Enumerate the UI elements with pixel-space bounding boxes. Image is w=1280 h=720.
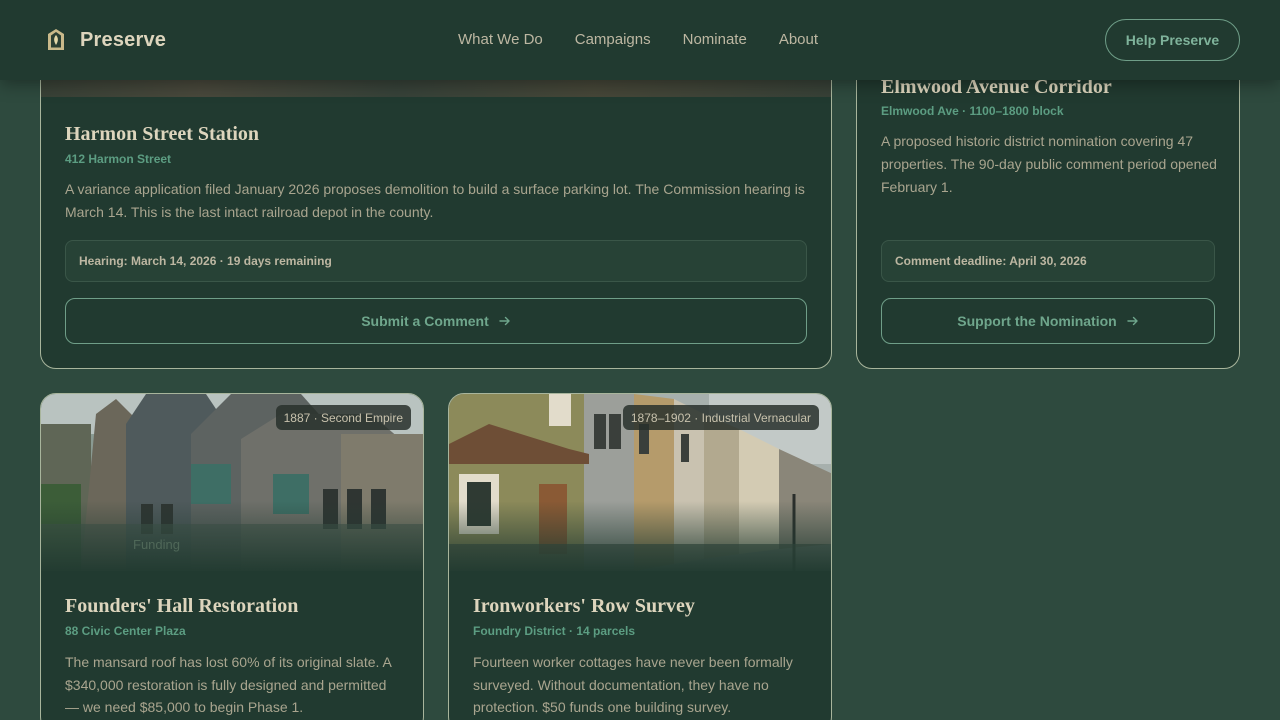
- campaign-card-founders: Funding 1887 · Second Empire Founders' H…: [40, 393, 424, 720]
- brand-name: Preserve: [80, 28, 167, 51]
- hearing-info: Hearing: March 14, 2026 · 19 days remain…: [65, 240, 807, 282]
- era-badge: 1887 · Second Empire: [275, 405, 411, 430]
- campaign-card-harmon: Harmon Street Station 412 Harmon Street …: [40, 40, 832, 369]
- nav-nominate[interactable]: Nominate: [683, 31, 747, 49]
- station-photo: [41, 77, 831, 97]
- campaign-card-ironworkers: 1878–1902 · Industrial Vernacular Ironwo…: [448, 393, 832, 720]
- era-badge: 1878–1902 · Industrial Vernacular: [622, 405, 819, 430]
- image-fade: [449, 501, 831, 571]
- ironworkers-row-image: 1878–1902 · Industrial Vernacular: [449, 394, 831, 571]
- card-title: Harmon Street Station: [65, 123, 260, 145]
- comment-deadline-info: Comment deadline: April 30, 2026: [881, 240, 1215, 282]
- card-title: Ironworkers' Row Survey: [473, 595, 695, 617]
- support-nomination-button[interactable]: Support the Nomination: [881, 298, 1215, 344]
- button-label: Submit a Comment: [361, 313, 489, 329]
- card-address: 412 Harmon Street: [65, 152, 172, 166]
- arrow-right-icon: [1127, 316, 1138, 326]
- card-address: Foundry District · 14 parcels: [473, 624, 636, 638]
- help-preserve-button[interactable]: Help Preserve: [1105, 19, 1240, 61]
- main-nav: What We Do Campaigns Nominate About: [458, 31, 850, 49]
- site-header: Preserve What We Do Campaigns Nominate A…: [0, 0, 1280, 80]
- card-title: Founders' Hall Restoration: [65, 595, 299, 617]
- nav-about[interactable]: About: [779, 31, 818, 49]
- campaign-card-elmwood: Elmwood Avenue Corridor Elmwood Ave · 11…: [856, 40, 1240, 369]
- brand[interactable]: Preserve: [46, 26, 166, 54]
- arrow-right-icon: [499, 316, 510, 326]
- lantern-logo-icon: [48, 29, 64, 50]
- button-label: Support the Nomination: [957, 313, 1117, 329]
- founders-hall-image: Funding 1887 · Second Empire: [41, 394, 423, 571]
- nav-what-we-do[interactable]: What We Do: [458, 31, 543, 49]
- card-description: A variance application filed January 202…: [65, 181, 805, 220]
- image-fade: [41, 501, 423, 571]
- card-address: Elmwood Ave · 1100–1800 block: [881, 104, 1064, 118]
- card-description: Fourteen worker cottages have never been…: [473, 654, 793, 715]
- image-caption: Funding: [133, 537, 180, 552]
- nav-campaigns[interactable]: Campaigns: [575, 31, 651, 49]
- card-description: The mansard roof has lost 60% of its ori…: [65, 654, 392, 715]
- card-address: 88 Civic Center Plaza: [65, 624, 186, 638]
- card-description: A proposed historic district nomination …: [881, 133, 1217, 195]
- submit-comment-button[interactable]: Submit a Comment: [65, 298, 807, 344]
